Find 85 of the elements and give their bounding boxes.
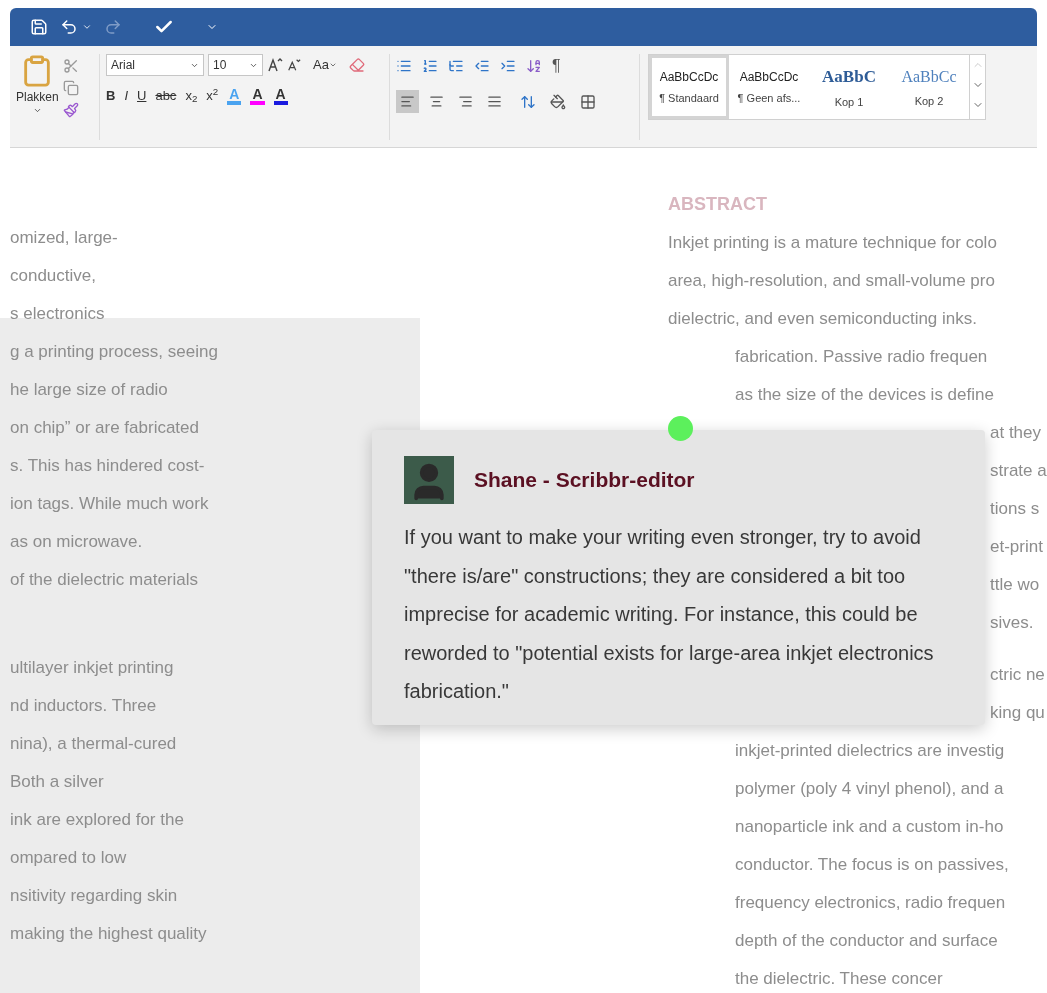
document-text-line: inkjet-printed dielectrics are investig: [735, 739, 1005, 762]
document-text-line: tions s: [990, 497, 1040, 520]
align-button[interactable]: [396, 90, 419, 113]
grow-font-icon[interactable]: [267, 57, 283, 73]
document-text-line: Both a silver: [10, 771, 104, 793]
avatar: [404, 456, 454, 504]
bullets-icon[interactable]: [396, 58, 412, 74]
document-text-line: depth of the conductor and surface: [735, 929, 998, 952]
copy-icon[interactable]: [62, 80, 79, 96]
document-text-line: s. This has hindered cost-: [10, 455, 205, 477]
document-text-line: king qu: [990, 701, 1045, 724]
style-option[interactable]: AaBbCc Kop 2: [889, 55, 969, 119]
increase-indent-icon[interactable]: [500, 58, 516, 74]
comment-marker[interactable]: [668, 416, 693, 441]
clear-formatting-icon[interactable]: [348, 57, 365, 73]
document-text-line: strate a: [990, 459, 1047, 482]
decrease-indent-icon[interactable]: [474, 58, 490, 74]
document-text-line: nsitivity regarding skin: [10, 885, 178, 907]
document-text-line: s electronics: [10, 303, 105, 325]
document-text-line: ultilayer inkjet printing: [10, 657, 174, 679]
cut-icon[interactable]: [62, 58, 79, 74]
align-left-icon: [400, 94, 415, 109]
document-text-line: fabrication. Passive radio frequen: [735, 345, 988, 368]
sort-icon[interactable]: [526, 58, 542, 74]
document-text-line: ion tags. While much work: [10, 493, 209, 515]
format-button[interactable]: I: [124, 86, 128, 106]
caret-icon: [32, 106, 42, 115]
save-icon[interactable]: [30, 18, 48, 36]
document-text-line: nanoparticle ink and a custom in-ho: [735, 815, 1004, 838]
document-text-line: nd inductors. Three: [10, 695, 157, 717]
document-text-line: et-print: [990, 535, 1043, 558]
document-text-line: Inkjet printing is a mature technique for colo: [668, 231, 997, 254]
document-text-line: polymer (poly 4 vinyl phenol), and a: [735, 777, 1004, 800]
font-name-field[interactable]: Arial: [106, 54, 204, 76]
undo-icon[interactable]: [60, 18, 78, 36]
line-spacing-icon[interactable]: [520, 93, 536, 110]
font-size-field[interactable]: 10: [208, 54, 263, 76]
shading-icon[interactable]: [550, 93, 566, 110]
document-text-line: conductive,: [10, 265, 96, 287]
show-marks-button[interactable]: ¶: [552, 54, 561, 78]
format-button[interactable]: B: [106, 86, 116, 106]
format-button[interactable]: U: [137, 86, 147, 106]
document-text-line: on chip” or are fabricated: [10, 417, 199, 439]
abstract-heading: ABSTRACT: [668, 193, 768, 216]
document-text-line: ttle wo: [990, 573, 1040, 596]
document-text-line: sives.: [990, 611, 1034, 634]
change-case-button[interactable]: Aa: [313, 55, 337, 75]
document-text-line: area, high-resolution, and small-volume pro: [668, 269, 995, 292]
paste-button[interactable]: Plakken: [16, 54, 59, 140]
comment-text: If you want to make your writing even stronger, try to avoid "there is/are" constructions; they are considered a bit too imprecise for academic writing. For instance, this could be reworded to "potential exists for large-area inkjet electronics fabrication.": [404, 525, 935, 704]
document-text-line: as on microwave.: [10, 531, 143, 553]
document-text-line: he large size of radio: [10, 379, 168, 401]
document-text-line: conductor. The focus is on passives,: [735, 853, 1009, 876]
format-painter-icon[interactable]: [62, 102, 79, 118]
document-text-line: at they: [990, 421, 1042, 444]
document-text-line: nina), a thermal-cured: [10, 733, 177, 755]
align-justify-icon: [487, 94, 502, 109]
borders-icon[interactable]: [580, 93, 596, 110]
document-text-line: ctric ne: [990, 663, 1045, 686]
document-text-line: the dielectric. These concer: [735, 967, 943, 990]
shrink-font-icon[interactable]: [287, 58, 301, 72]
document-text-line: as the size of the devices is define: [735, 383, 994, 406]
document-text-line: omized, large-: [10, 227, 118, 249]
style-option[interactable]: AaBbCcDc ¶ Geen afs...: [729, 55, 809, 119]
text-effect-button[interactable]: A: [273, 86, 288, 105]
caret-icon: [328, 61, 337, 69]
document-text-line: ompared to low: [10, 847, 127, 869]
document-text-line: of the dielectric materials: [10, 569, 199, 591]
text-effect-button[interactable]: A: [250, 86, 265, 105]
document-text-line: frequency electronics, radio frequen: [735, 891, 1006, 914]
format-button[interactable]: x$_{2}$: [185, 86, 198, 106]
multilevel-list-icon[interactable]: [448, 58, 464, 74]
align-center-icon: [429, 94, 444, 109]
document-text-line: g a printing process, seeing: [10, 341, 218, 363]
comment-author: Shane - Scribbr-editor: [474, 467, 695, 494]
caret-icon[interactable]: [82, 22, 92, 32]
document-text-line: ink are explored for the: [10, 809, 184, 831]
document-text-line: dielectric, and even semiconducting inks.: [668, 307, 977, 330]
document-text-line: making the highest quality: [10, 923, 207, 945]
style-option[interactable]: AaBbCcDc ¶ Standaard: [649, 55, 729, 119]
format-button[interactable]: abc: [155, 86, 177, 106]
format-button[interactable]: x$^{2}$: [206, 86, 219, 106]
numbering-icon[interactable]: [422, 58, 438, 74]
style-option[interactable]: AaBbC Kop 1: [809, 55, 889, 119]
align-right-icon: [458, 94, 473, 109]
